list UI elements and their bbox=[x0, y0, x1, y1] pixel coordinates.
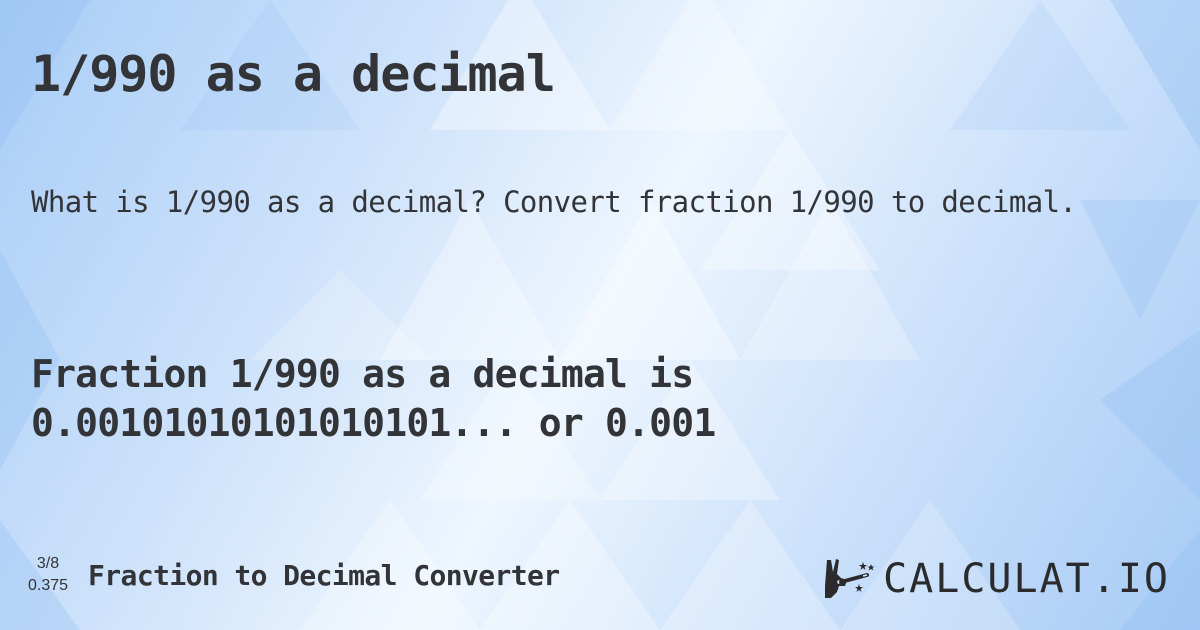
logo-text: CALCULAT.IO bbox=[883, 556, 1170, 602]
page-title: 1/990 as a decimal bbox=[31, 45, 556, 103]
converter-link[interactable]: 3/8 0.375 Fraction to Decimal Converter bbox=[28, 553, 560, 597]
example-fraction: 3/8 bbox=[36, 555, 60, 572]
page-content: 1/990 as a decimal What is 1/990 as a de… bbox=[0, 0, 1200, 630]
result-line-1: Fraction 1/990 as a decimal is bbox=[31, 352, 694, 396]
page-description: What is 1/990 as a decimal? Convert frac… bbox=[31, 185, 1077, 219]
hand-magic-wand-icon bbox=[825, 559, 875, 598]
fraction-example-icon: 3/8 0.375 bbox=[28, 553, 68, 597]
calculat-logo[interactable]: CALCULAT.IO bbox=[823, 556, 1170, 602]
converter-label: Fraction to Decimal Converter bbox=[88, 558, 560, 592]
example-decimal: 0.375 bbox=[28, 577, 69, 594]
result-line-2: 0.00101010101010101... or 0.001 bbox=[31, 401, 716, 445]
result-text: Fraction 1/990 as a decimal is 0.0010101… bbox=[31, 350, 1031, 448]
